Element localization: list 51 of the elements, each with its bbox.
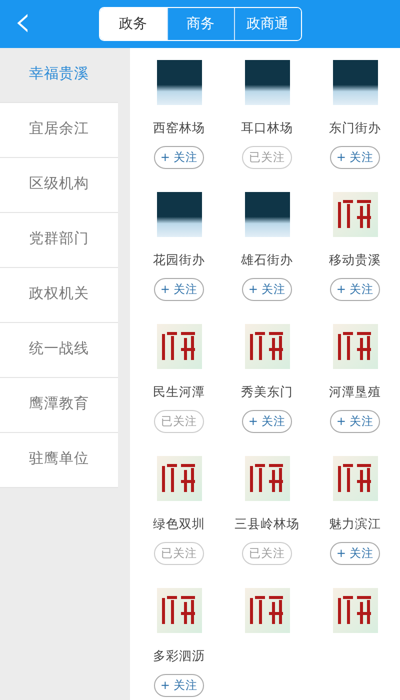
photo-placeholder [244,192,290,237]
photo-placeholder [244,60,290,105]
account-name: 三县岭林场 [234,515,300,533]
calligraphy-logo-image [156,456,202,501]
follow-button[interactable]: 已关注 [242,146,292,169]
follow-button[interactable]: + 关注 [330,542,380,565]
follow-button[interactable]: + 关注 [330,410,380,433]
account-name: 东门街办 [329,119,381,137]
calligraphy-logo-image [332,588,378,633]
sidebar-item[interactable]: 统一战线 [0,323,118,378]
photo-placeholder [156,60,202,105]
account-name: 魅力滨江 [329,515,381,533]
calligraphy-logo-image [156,324,202,369]
follow-button[interactable]: + 关注 [154,146,204,169]
follow-button[interactable]: + 关注 [330,278,380,301]
follow-button[interactable]: + 关注 [154,674,204,697]
follow-button[interactable]: + 关注 [330,146,380,169]
sidebar-item[interactable]: 驻鹰单位 [0,433,118,488]
account-name: 绿色双圳 [153,515,205,533]
photo-placeholder [156,192,202,237]
account-name: 河潭垦殖 [329,383,381,401]
follow-button[interactable]: 已关注 [154,542,204,565]
follow-button[interactable]: 已关注 [154,410,204,433]
calligraphy-logo-image [332,324,378,369]
account-name: 移动贵溪 [329,251,381,269]
account-name: 花园街办 [153,251,205,269]
back-button[interactable]: ‹ [8,2,38,42]
follow-button[interactable]: 已关注 [242,542,292,565]
sidebar-item[interactable]: 鹰潭教育 [0,378,118,433]
sidebar-item[interactable]: 党群部门 [0,213,118,268]
sidebar-item[interactable]: 政权机关 [0,268,118,323]
account-name: 雄石街办 [241,251,293,269]
account-name: 民生河潭 [153,383,205,401]
calligraphy-logo-image [332,456,378,501]
account-name: 耳口林场 [241,119,293,137]
tab[interactable]: 政商通 [234,8,300,40]
tab[interactable]: 政务 [100,8,166,40]
follow-button[interactable]: + 关注 [154,278,204,301]
follow-button[interactable]: + 关注 [242,278,292,301]
sidebar-item[interactable]: 宜居余江 [0,103,118,158]
sidebar-item[interactable]: 区级机构 [0,158,118,213]
account-name: 多彩泗沥 [153,647,205,665]
calligraphy-logo-image [244,588,290,633]
account-name: 秀美东门 [241,383,293,401]
calligraphy-logo-image [332,192,378,237]
calligraphy-logo-image [156,588,202,633]
calligraphy-logo-image [244,324,290,369]
follow-button[interactable]: + 关注 [242,410,292,433]
calligraphy-logo-image [244,456,290,501]
photo-placeholder [332,60,378,105]
account-name: 西窑林场 [153,119,205,137]
